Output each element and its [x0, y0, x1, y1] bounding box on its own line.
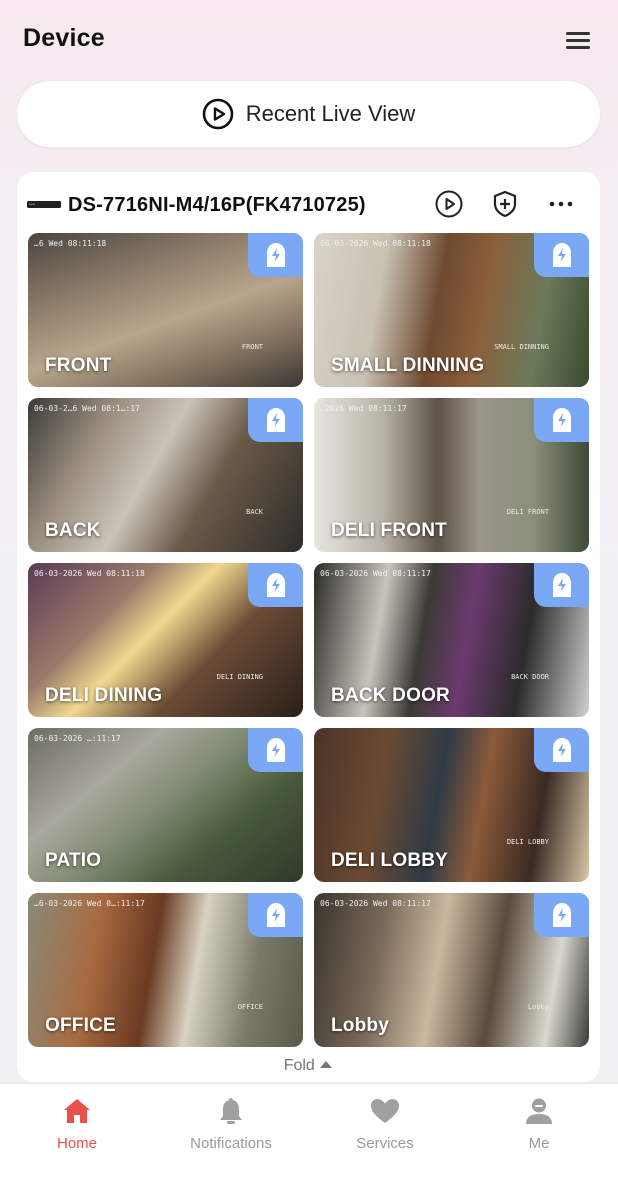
camera-timestamp: 06-03-2026 Wed 08:11:17	[320, 899, 431, 908]
camera-tile[interactable]: DELI LOBBY DELI LOBBY	[314, 728, 589, 882]
camera-tile[interactable]: 06-03-2026 Wed 08:11:17 Lobby Lobby	[314, 893, 589, 1047]
play-circle-icon	[202, 98, 234, 130]
bottom-tab-bar: Home Notifications Services Me	[0, 1083, 618, 1201]
camera-name: Lobby	[331, 1015, 389, 1036]
alarm-bolt-icon	[267, 573, 285, 597]
page-title: Device	[23, 24, 105, 52]
home-icon	[64, 1099, 90, 1123]
tab-notifications-label: Notifications	[190, 1135, 272, 1152]
alarm-bolt-icon	[553, 573, 571, 597]
camera-timestamp: …2026 Wed 08:11:17	[320, 404, 407, 413]
alarm-badge[interactable]	[534, 893, 589, 937]
camera-watermark: BACK	[246, 508, 263, 516]
device-play-button[interactable]	[433, 188, 465, 220]
camera-watermark: SMALL DINNING	[494, 343, 549, 351]
camera-tile[interactable]: …6-03-2026 Wed 0…:11:17 OFFICE OFFICE	[28, 893, 303, 1047]
camera-watermark: DELI FRONT	[506, 508, 549, 516]
camera-watermark: DELI LOBBY	[506, 838, 549, 846]
device-more-button[interactable]	[545, 188, 577, 220]
alarm-bolt-icon	[553, 903, 571, 927]
camera-tile[interactable]: 06-03-2026 Wed 08:11:17 BACK DOOR BACK DOO…	[314, 563, 589, 717]
camera-name: OFFICE	[45, 1015, 116, 1036]
device-name: DS-7716NI-M4/16P(FK4710725)	[68, 194, 366, 216]
camera-tile[interactable]: …2026 Wed 08:11:17 DELI FRONT DELI FRONT	[314, 398, 589, 552]
camera-name: DELI LOBBY	[331, 850, 449, 871]
alarm-bolt-icon	[553, 408, 571, 432]
nvr-device-icon	[27, 201, 61, 208]
recent-live-view-label: Recent Live View	[245, 101, 416, 126]
device-security-button[interactable]	[489, 188, 521, 220]
camera-tile[interactable]: 06-03-2026 Wed 08:11:18 DELI DINING DELI D…	[28, 563, 303, 717]
play-circle-icon	[435, 190, 463, 218]
alarm-badge[interactable]	[534, 398, 589, 442]
tab-me-label: Me	[528, 1135, 550, 1152]
camera-name: BACK	[45, 520, 101, 541]
alarm-badge[interactable]	[248, 893, 303, 937]
device-header[interactable]: DS-7716NI-M4/16P(FK4710725)	[17, 172, 600, 234]
alarm-badge[interactable]	[248, 398, 303, 442]
alarm-bolt-icon	[267, 738, 285, 762]
device-card: DS-7716NI-M4/16P(FK4710725) …6 Wed 08:11…	[17, 172, 600, 1082]
alarm-bolt-icon	[267, 903, 285, 927]
camera-tile[interactable]: 06-03-2…6 Wed 08:1…:17 BACK BACK	[28, 398, 303, 552]
camera-timestamp: …6-03-2026 Wed 0…:11:17	[34, 899, 145, 908]
camera-timestamp: 06-03-2026 …:11:17	[34, 734, 121, 743]
alarm-badge[interactable]	[248, 563, 303, 607]
alarm-bolt-icon	[553, 738, 571, 762]
alarm-badge[interactable]	[248, 233, 303, 277]
camera-tile[interactable]: 06-03-2026 Wed 08:11:18 SMALL DINNING SMAL…	[314, 233, 589, 387]
recent-live-view-button[interactable]: Recent Live View	[17, 81, 600, 147]
camera-timestamp: 06-03-2026 Wed 08:11:17	[320, 569, 431, 578]
triangle-up-icon	[320, 1061, 333, 1068]
camera-watermark: DELI DINING	[216, 673, 263, 681]
camera-timestamp: …6 Wed 08:11:18	[34, 239, 107, 248]
fold-label: Fold	[283, 1057, 315, 1074]
heart-icon	[371, 1099, 399, 1123]
tab-services[interactable]: Services	[308, 1084, 462, 1164]
camera-tile[interactable]: …6 Wed 08:11:18 FRONT FRONT	[28, 233, 303, 387]
alarm-badge[interactable]	[248, 728, 303, 772]
camera-name: DELI FRONT	[331, 520, 447, 541]
hamburger-menu-icon[interactable]	[560, 26, 594, 54]
alarm-badge[interactable]	[534, 728, 589, 772]
camera-watermark: Lobby	[527, 1003, 549, 1011]
alarm-bolt-icon	[267, 408, 285, 432]
top-bar: Device	[0, 0, 618, 78]
more-icon	[549, 201, 573, 207]
alarm-bolt-icon	[267, 243, 285, 267]
camera-timestamp: 06-03-2026 Wed 08:11:18	[34, 569, 145, 578]
tab-services-label: Services	[356, 1135, 414, 1152]
alarm-bolt-icon	[553, 243, 571, 267]
camera-watermark: FRONT	[241, 343, 263, 351]
fold-button[interactable]: Fold	[17, 1057, 600, 1075]
camera-name: SMALL DINNING	[331, 355, 485, 376]
user-icon	[526, 1098, 552, 1124]
camera-watermark: OFFICE	[237, 1003, 263, 1011]
tab-home-label: Home	[56, 1135, 97, 1152]
camera-timestamp: 06-03-2…6 Wed 08:1…:17	[34, 404, 140, 413]
tab-home[interactable]: Home	[0, 1084, 154, 1164]
camera-name: FRONT	[45, 355, 112, 376]
camera-watermark: BACK DOOR	[511, 673, 549, 681]
bell-icon	[220, 1098, 242, 1124]
tab-notifications[interactable]: Notifications	[154, 1084, 308, 1164]
camera-tile[interactable]: 06-03-2026 …:11:17 PATIO	[28, 728, 303, 882]
alarm-badge[interactable]	[534, 233, 589, 277]
camera-name: BACK DOOR	[331, 685, 450, 706]
camera-timestamp: 06-03-2026 Wed 08:11:18	[320, 239, 431, 248]
shield-plus-icon	[493, 190, 517, 218]
camera-name: PATIO	[45, 850, 102, 871]
alarm-badge[interactable]	[534, 563, 589, 607]
tab-me[interactable]: Me	[462, 1084, 616, 1164]
camera-name: DELI DINING	[45, 685, 163, 706]
